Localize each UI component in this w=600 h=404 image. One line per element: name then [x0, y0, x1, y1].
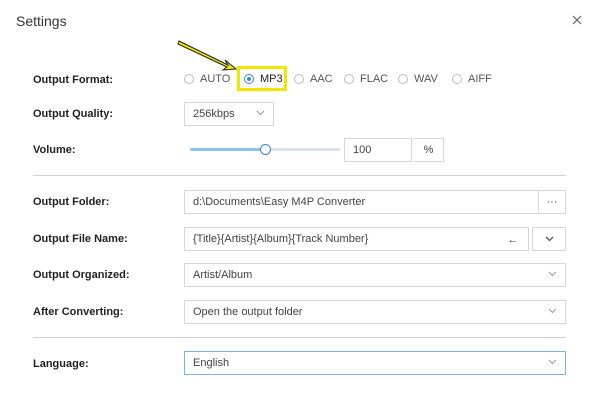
radio-flac-circle: [344, 74, 354, 84]
radio-aiff[interactable]: AIFF: [452, 70, 492, 88]
highlight-box-annotation: [237, 66, 287, 91]
back-arrow-icon: ←: [507, 234, 519, 246]
output-organized-label: Output Organized:: [33, 269, 130, 281]
output-file-name-label: Output File Name:: [33, 233, 128, 245]
output-folder-value: d:\Documents\Easy M4P Converter: [193, 196, 366, 208]
chevron-down-icon: [256, 110, 265, 116]
close-icon: [572, 15, 582, 25]
after-converting-select[interactable]: Open the output folder: [184, 300, 566, 324]
settings-dialog: Settings Output Format: AUTO MP3 AAC FLA…: [0, 0, 600, 404]
output-organized-select[interactable]: Artist/Album: [184, 263, 566, 287]
radio-aiff-label: AIFF: [468, 73, 492, 85]
radio-flac[interactable]: FLAC: [344, 70, 388, 88]
section-divider: [33, 175, 566, 176]
dialog-title: Settings: [16, 13, 67, 29]
chevron-down-icon: [548, 308, 557, 314]
radio-aac[interactable]: AAC: [294, 70, 333, 88]
language-label: Language:: [33, 358, 89, 370]
output-file-name-value: {Title}{Artist}{Album}{Track Number}: [193, 233, 369, 245]
output-file-name-input[interactable]: {Title}{Artist}{Album}{Track Number}: [184, 227, 529, 251]
after-converting-value: Open the output folder: [193, 306, 303, 318]
after-converting-label: After Converting:: [33, 306, 124, 318]
more-icon: ···: [546, 196, 558, 208]
output-folder-label: Output Folder:: [33, 196, 110, 208]
close-button[interactable]: [566, 9, 588, 31]
section-divider: [33, 337, 566, 338]
radio-aiff-circle: [452, 74, 462, 84]
title-bar: Settings: [0, 0, 600, 40]
browse-folder-button[interactable]: ···: [538, 190, 566, 214]
output-quality-select[interactable]: 256kbps: [184, 102, 274, 126]
volume-input[interactable]: 100: [344, 138, 412, 162]
chevron-down-icon: [548, 359, 557, 365]
radio-wav-label: WAV: [414, 73, 438, 85]
output-organized-value: Artist/Album: [193, 269, 253, 281]
radio-aac-label: AAC: [310, 73, 333, 85]
radio-aac-circle: [294, 74, 304, 84]
volume-unit-label: %: [423, 144, 434, 156]
radio-auto[interactable]: AUTO: [184, 70, 230, 88]
chevron-down-icon: [548, 271, 557, 277]
output-quality-label: Output Quality:: [33, 108, 114, 120]
radio-wav-circle: [398, 74, 408, 84]
radio-wav[interactable]: WAV: [398, 70, 438, 88]
radio-auto-circle: [184, 74, 194, 84]
volume-slider-fill: [190, 148, 265, 151]
radio-auto-label: AUTO: [200, 73, 231, 85]
radio-flac-label: FLAC: [360, 73, 389, 85]
volume-unit: %: [414, 138, 444, 162]
language-value: English: [193, 357, 230, 369]
file-name-dropdown-button[interactable]: [532, 227, 566, 251]
output-folder-input[interactable]: d:\Documents\Easy M4P Converter: [184, 190, 539, 214]
volume-label: Volume:: [33, 144, 76, 156]
backspace-button[interactable]: ←: [498, 228, 528, 252]
output-format-label: Output Format:: [33, 74, 114, 86]
volume-slider-thumb[interactable]: [260, 144, 271, 155]
language-select[interactable]: English: [184, 351, 566, 375]
output-quality-value: 256kbps: [193, 108, 235, 120]
chevron-down-icon: [545, 236, 553, 242]
volume-value: 100: [353, 144, 372, 156]
